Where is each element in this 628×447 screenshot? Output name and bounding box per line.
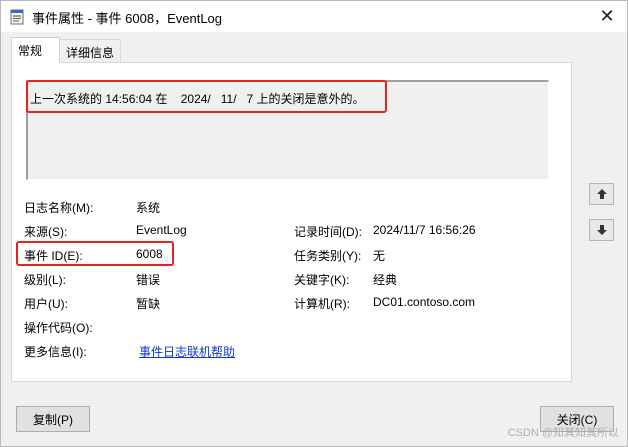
task-category-value: 无 [373, 249, 386, 263]
level-label: 级别(L): [24, 273, 67, 287]
event-log-icon [10, 9, 24, 25]
log-name-label: 日志名称(M): [24, 201, 94, 215]
source-label: 来源(S): [24, 225, 68, 239]
close-window-button[interactable]: ✕ [587, 1, 627, 32]
logged-value: 2024/11/7 16:56:26 [373, 223, 476, 237]
keywords-value: 经典 [373, 273, 398, 287]
logged-label: 记录时间(D): [294, 225, 362, 239]
arrow-up-icon [596, 189, 607, 199]
computer-value: DC01.contoso.com [373, 295, 476, 309]
general-panel: 上一次系统的 14:56:04 在 2024/ 11/ 7 上的关闭是意外的。 … [11, 62, 572, 382]
tab-details[interactable]: 详细信息 [59, 39, 121, 63]
task-category-label: 任务类别(Y): [294, 249, 362, 263]
level-value: 错误 [136, 273, 161, 287]
previous-event-button[interactable] [589, 183, 614, 205]
computer-label: 计算机(R): [294, 297, 350, 311]
event-properties-window: 事件属性 - 事件 6008，EventLog ✕ 常规 详细信息 上一次系统的… [0, 0, 628, 447]
tab-general[interactable]: 常规 [11, 37, 60, 63]
event-id-highlight [16, 241, 174, 266]
log-name-value: 系统 [136, 201, 161, 215]
keywords-label: 关键字(K): [294, 273, 350, 287]
user-label: 用户(U): [24, 297, 68, 311]
next-event-button[interactable] [589, 219, 614, 241]
title-bar: 事件属性 - 事件 6008，EventLog ✕ [1, 1, 627, 32]
event-log-online-help-link[interactable]: 事件日志联机帮助 [139, 343, 235, 360]
window-title: 事件属性 - 事件 6008，EventLog [32, 11, 223, 26]
watermark: CSDN @知其知其所以 [507, 427, 619, 439]
copy-button[interactable]: 复制(P) [16, 406, 90, 432]
opcode-label: 操作代码(O): [24, 321, 93, 335]
close-icon: ✕ [599, 6, 615, 26]
more-info-label: 更多信息(I): [24, 345, 87, 359]
source-value: EventLog [136, 223, 187, 237]
user-value: 暂缺 [136, 297, 161, 311]
description-highlight [26, 80, 387, 113]
arrow-down-icon [596, 225, 607, 235]
